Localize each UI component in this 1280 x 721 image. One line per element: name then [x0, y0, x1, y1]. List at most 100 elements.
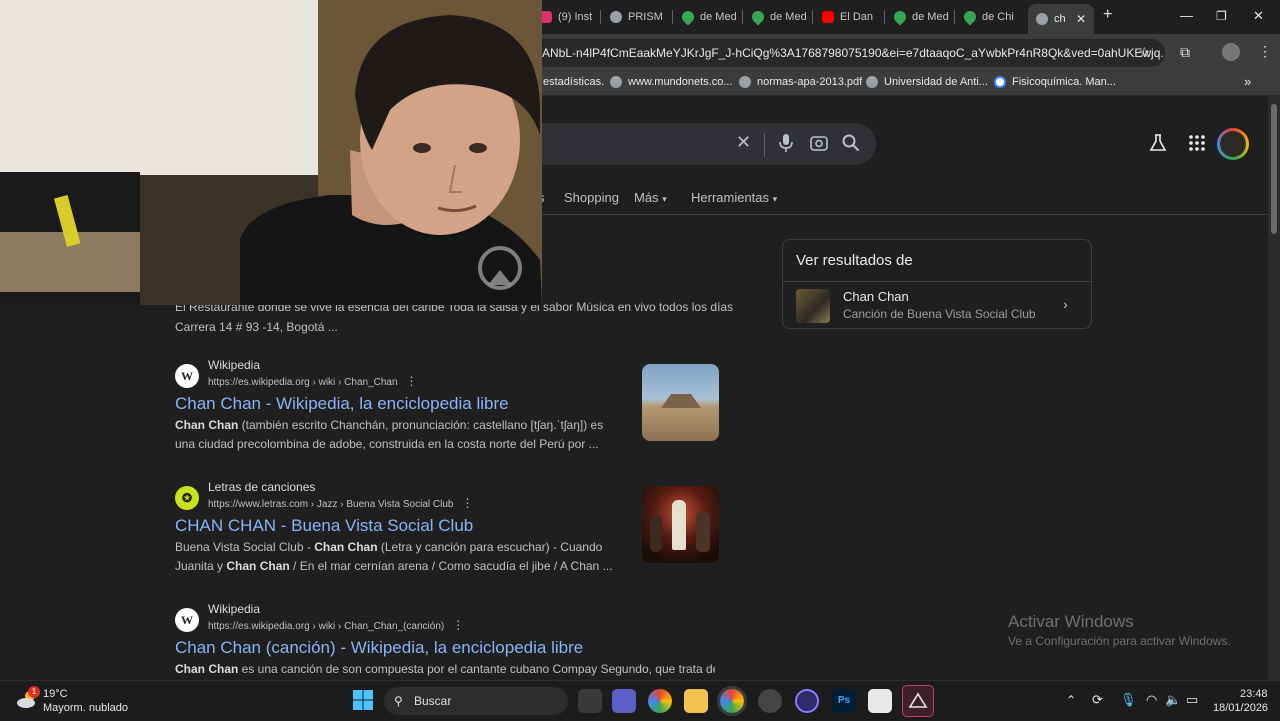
- apps-grid-icon[interactable]: [1189, 135, 1205, 156]
- bookmark-2[interactable]: www.mundonets.co...: [610, 76, 733, 88]
- tab-maps-4[interactable]: de Chi: [964, 6, 1020, 28]
- battery-icon[interactable]: ▭: [1186, 692, 1198, 708]
- close-window-icon[interactable]: ✕: [1253, 8, 1264, 24]
- tab-maps-2[interactable]: de Med: [752, 6, 808, 28]
- extensions-icon[interactable]: ⧉: [1180, 44, 1190, 61]
- result-snippet: Buena Vista Social Club - Chan Chan (Let…: [175, 538, 625, 576]
- maps-pin-icon: [894, 8, 909, 26]
- teams-icon[interactable]: [612, 689, 636, 713]
- microphone-icon[interactable]: 🎙: [1120, 692, 1137, 708]
- page-scrollbar[interactable]: [1268, 96, 1280, 680]
- obs-icon[interactable]: [758, 689, 782, 713]
- scrollbar-thumb[interactable]: [1271, 104, 1277, 234]
- wikipedia-icon: W: [175, 608, 199, 632]
- clear-icon[interactable]: ✕: [736, 132, 751, 153]
- close-tab-icon[interactable]: ✕: [1076, 12, 1086, 26]
- taskbar-search-box[interactable]: ⚲ Buscar: [384, 687, 568, 715]
- photoshop-icon[interactable]: Ps: [832, 689, 856, 713]
- tab-shopping[interactable]: Shopping: [564, 190, 619, 205]
- bookmark-label: estadísticas.: [543, 76, 605, 88]
- youtube-icon: [822, 11, 834, 23]
- result-thumbnail[interactable]: [642, 364, 719, 441]
- site-url[interactable]: https://es.wikipedia.org › wiki › Chan_C…: [208, 618, 464, 632]
- tab-label: de Med: [912, 11, 949, 23]
- lens-camera-icon[interactable]: [810, 134, 828, 157]
- bookmark-3[interactable]: normas-apa-2013.pdf: [739, 76, 862, 88]
- bookmark-5[interactable]: Fisicoquímica. Man...: [994, 76, 1116, 88]
- search-placeholder: Buscar: [414, 694, 452, 708]
- snippet-line: Carrera 14 # 93 -14, Bogotá ...: [175, 320, 338, 334]
- bookmark-4[interactable]: Universidad de Anti...: [866, 76, 988, 88]
- tab-label: PRISM: [628, 11, 663, 23]
- weather-temp[interactable]: 19°C: [43, 688, 68, 700]
- task-view-icon[interactable]: [578, 689, 602, 713]
- tab-youtube[interactable]: El Dan: [822, 6, 882, 28]
- bookmark-star-icon[interactable]: ☆: [1138, 44, 1151, 61]
- tab-label: El Dan: [840, 11, 874, 23]
- notepad-icon[interactable]: [868, 689, 892, 713]
- new-tab-button[interactable]: +: [1103, 6, 1112, 24]
- tab-maps-3[interactable]: de Med: [894, 6, 950, 28]
- account-avatar[interactable]: [1217, 128, 1249, 160]
- tab-more[interactable]: Más ▾: [634, 190, 667, 205]
- site-name: Wikipedia: [208, 602, 261, 616]
- sync-icon[interactable]: ⟳: [1092, 692, 1103, 708]
- more-bookmarks-icon[interactable]: »: [1244, 74, 1251, 89]
- tab-active[interactable]: ch ✕: [1028, 4, 1094, 34]
- tab-maps-1[interactable]: de Med: [682, 6, 738, 28]
- app-circle-icon[interactable]: [795, 689, 819, 713]
- snippet-text: (también escrito Chanchán, pronunciación…: [175, 418, 604, 451]
- bookmark-label: Universidad de Anti...: [884, 76, 988, 88]
- search-input[interactable]: ✕: [520, 123, 876, 165]
- tab-label: de Med: [700, 11, 737, 23]
- more-options-icon[interactable]: ⋮: [461, 496, 473, 510]
- clock-date[interactable]: 18/01/2026: [1213, 702, 1268, 714]
- globe-icon: [610, 11, 622, 23]
- search-result: ✪ Letras de canciones https://www.letras…: [175, 480, 720, 581]
- site-name: Letras de canciones: [208, 480, 316, 494]
- volume-icon[interactable]: 🔈: [1165, 692, 1181, 708]
- bookmark-1[interactable]: estadísticas.: [543, 76, 604, 88]
- tray-chevron-up-icon[interactable]: ⌃: [1066, 693, 1076, 707]
- chrome-active-icon[interactable]: [717, 686, 747, 716]
- clock-time[interactable]: 23:48: [1240, 688, 1268, 700]
- minimize-icon[interactable]: —: [1180, 8, 1193, 23]
- tab-instagram[interactable]: (9) Inst: [540, 6, 596, 28]
- chevron-right-icon[interactable]: ›: [1063, 296, 1068, 312]
- restore-icon[interactable]: ❐: [1216, 9, 1227, 23]
- result-title-link[interactable]: Chan Chan (canción) - Wikipedia, la enci…: [175, 638, 583, 658]
- entity-thumbnail: [796, 289, 830, 323]
- windows-start-icon[interactable]: [352, 689, 376, 713]
- microphone-icon[interactable]: [779, 134, 793, 157]
- bookmark-label: www.mundonets.co...: [628, 76, 733, 88]
- search-icon[interactable]: [842, 134, 860, 157]
- search-result: W Wikipedia https://es.wikipedia.org › w…: [175, 602, 720, 680]
- profile-avatar-icon[interactable]: [1222, 43, 1240, 61]
- weather-badge: 1: [28, 686, 40, 698]
- app-triangle-icon[interactable]: [902, 685, 934, 717]
- tab-tools[interactable]: Herramientas ▾: [691, 190, 777, 205]
- tab-prism[interactable]: PRISM: [610, 6, 670, 28]
- file-explorer-icon[interactable]: [684, 689, 708, 713]
- search-result: W Wikipedia https://es.wikipedia.org › w…: [175, 358, 720, 459]
- more-options-icon[interactable]: ⋮: [406, 374, 418, 388]
- address-bar[interactable]: ANbL-n4lP4fCmEaakMeYJKrJgF_J-hCiQg%3A176…: [520, 39, 1165, 67]
- result-thumbnail[interactable]: [642, 486, 719, 563]
- result-title-link[interactable]: Chan Chan - Wikipedia, la enciclopedia l…: [175, 394, 509, 414]
- tab-label: Herramientas: [691, 190, 770, 205]
- more-options-icon[interactable]: ⋮: [452, 618, 464, 632]
- entity-title-link[interactable]: Chan Chan: [843, 289, 909, 304]
- google-icon: [994, 76, 1006, 88]
- site-url[interactable]: https://www.letras.com › Jazz › Buena Vi…: [208, 496, 473, 510]
- labs-flask-icon[interactable]: [1149, 134, 1167, 157]
- chrome-icon[interactable]: [648, 689, 672, 713]
- audio-playing-icon: [1036, 13, 1048, 25]
- site-url[interactable]: https://es.wikipedia.org › wiki › Chan_C…: [208, 374, 418, 388]
- maps-pin-icon: [752, 8, 767, 26]
- wifi-icon[interactable]: ◠: [1146, 692, 1157, 708]
- result-title-link[interactable]: CHAN CHAN - Buena Vista Social Club: [175, 516, 473, 536]
- url-text: https://es.wikipedia.org › wiki › Chan_C…: [208, 377, 398, 388]
- more-menu-icon[interactable]: ⋮: [1258, 43, 1272, 60]
- weather-description[interactable]: Mayorm. nublado: [43, 702, 128, 714]
- entity-subtitle: Canción de Buena Vista Social Club: [843, 307, 1036, 321]
